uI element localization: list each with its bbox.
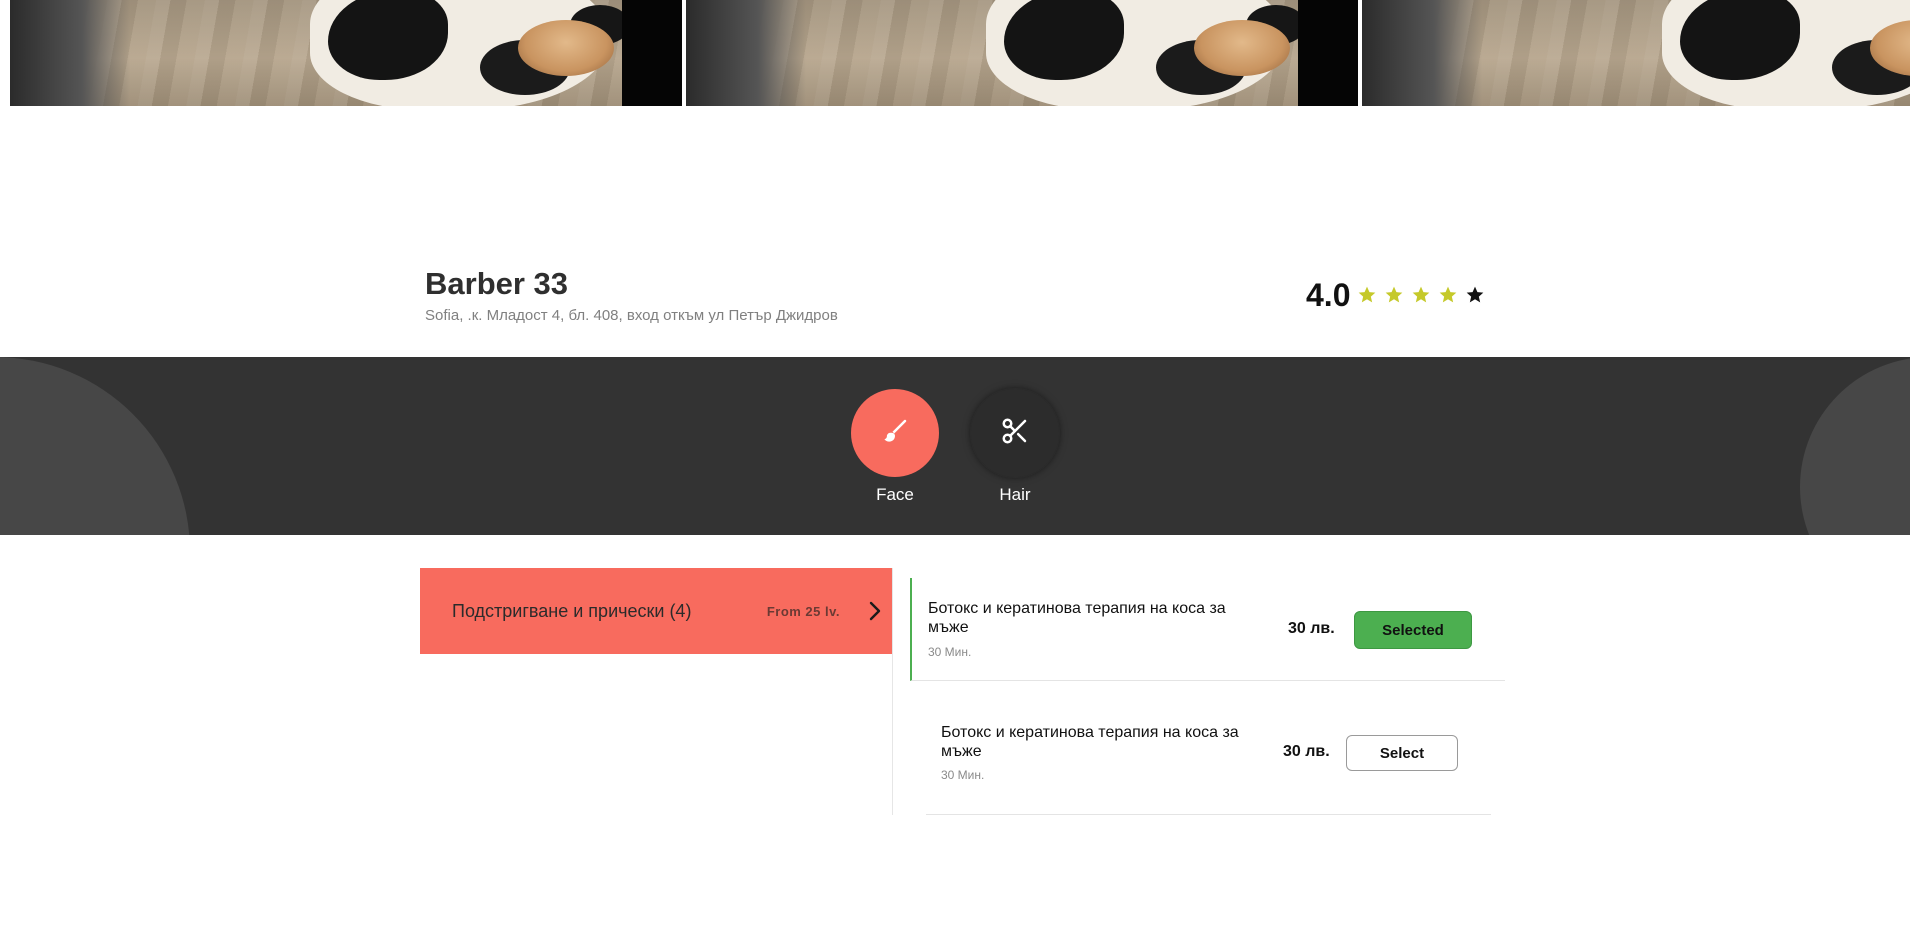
divider xyxy=(892,568,893,815)
star-icon xyxy=(1384,285,1404,305)
brush-icon xyxy=(880,416,910,451)
photo-gallery xyxy=(10,0,1910,106)
shop-title: Barber 33 xyxy=(425,266,569,301)
service-duration: 30 Мин. xyxy=(941,768,985,782)
gallery-photo[interactable] xyxy=(1362,0,1910,106)
service-item[interactable]: Ботокс и кератинова терапия на коса за м… xyxy=(910,578,1505,681)
shop-rating: 4.0 xyxy=(1306,279,1485,311)
star-icon xyxy=(1411,285,1431,305)
rating-value: 4.0 xyxy=(1306,277,1351,313)
service-group-label: Подстригване и прически (4) xyxy=(452,600,692,621)
star-icon xyxy=(1465,285,1485,305)
scissors-icon xyxy=(1000,416,1030,451)
service-name: Ботокс и кератинова терапия на коса за м… xyxy=(941,724,1239,760)
service-price: 30 лв. xyxy=(1288,620,1335,637)
category-hair-label: Hair xyxy=(999,485,1031,504)
service-group-from-price: From 25 lv. xyxy=(766,603,840,619)
selected-button[interactable]: Selected xyxy=(1354,611,1472,649)
category-face-button[interactable] xyxy=(851,389,939,477)
category-band: Face Hair xyxy=(0,357,1910,535)
category-face-label: Face xyxy=(876,485,914,504)
page: Barber 33 Sofia, .к. Младост 4, бл. 408,… xyxy=(0,0,1916,939)
decorative-circle xyxy=(0,357,190,535)
service-name: Ботокс и кератинова терапия на коса за м… xyxy=(928,600,1226,636)
service-item[interactable]: Ботокс и кератинова терапия на коса за м… xyxy=(926,695,1491,815)
gallery-photo[interactable] xyxy=(686,0,1358,106)
chevron-right-icon xyxy=(868,601,882,621)
category-hair-button[interactable] xyxy=(971,389,1059,477)
service-group-tab[interactable]: Подстригване и прически (4) From 25 lv. xyxy=(420,568,892,654)
select-button[interactable]: Select xyxy=(1346,735,1458,771)
service-price: 30 лв. xyxy=(1283,743,1330,760)
category-hair[interactable]: Hair xyxy=(965,389,1065,505)
service-duration: 30 Мин. xyxy=(928,645,972,659)
category-face[interactable]: Face xyxy=(845,389,945,505)
decorative-circle xyxy=(1800,357,1910,535)
star-icon xyxy=(1357,285,1377,305)
star-icon xyxy=(1438,285,1458,305)
gallery-photo[interactable] xyxy=(10,0,682,106)
shop-address: Sofia, .к. Младост 4, бл. 408, вход откъ… xyxy=(425,307,838,324)
